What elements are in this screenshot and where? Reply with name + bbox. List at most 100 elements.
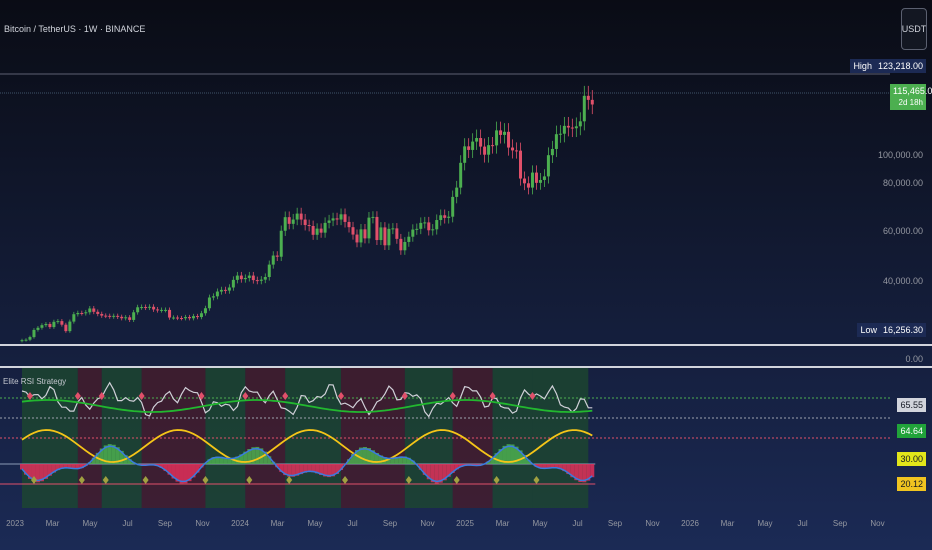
candle-body	[100, 313, 104, 316]
candle-body	[191, 316, 195, 319]
candle-body	[32, 329, 36, 338]
candle-body	[231, 279, 235, 288]
candle-body	[550, 148, 554, 156]
candle-body	[339, 214, 343, 220]
time-axis-label: Jul	[797, 519, 808, 528]
candle-body	[271, 255, 275, 265]
candle-body	[176, 317, 180, 319]
candle-body	[395, 228, 399, 239]
candle-body	[64, 324, 68, 332]
candle-body	[88, 308, 92, 313]
candle-body	[495, 130, 499, 146]
candle-body	[199, 313, 203, 318]
high-price-label: High 123,218.00	[850, 59, 926, 73]
candle-body	[172, 317, 176, 319]
candle-body	[522, 178, 526, 184]
candle-body	[255, 280, 259, 282]
currency-toggle-button[interactable]: USDT	[901, 8, 927, 50]
candle-body	[184, 317, 188, 319]
candle-body	[467, 146, 471, 150]
candle-body	[582, 95, 586, 122]
candle-body	[227, 287, 231, 291]
candle-body	[411, 229, 415, 237]
candle-body	[483, 146, 487, 155]
candle-body	[243, 277, 247, 280]
candle-body	[80, 313, 84, 315]
time-axis-label: 2024	[231, 519, 249, 528]
candle-body	[538, 179, 542, 183]
candle-body	[108, 315, 112, 317]
candle-body	[435, 220, 439, 230]
candle-body	[347, 221, 351, 228]
candle-body	[267, 264, 271, 278]
candle-body	[120, 316, 124, 319]
candle-body	[40, 325, 44, 328]
price-tick-80k: 80,000.00	[882, 178, 923, 188]
candle-body	[44, 323, 48, 326]
candle-body	[503, 131, 507, 135]
price-tick-100k: 100,000.00	[877, 150, 923, 160]
candle-body	[160, 309, 164, 311]
candle-body	[291, 219, 295, 224]
candle-body	[68, 321, 72, 332]
candle-body	[295, 213, 299, 220]
indicator-label-rsi: 65.55	[897, 398, 926, 412]
candle-body	[391, 228, 395, 230]
time-axis-label: Jul	[572, 519, 583, 528]
candle-body	[343, 214, 347, 222]
candle-body	[578, 121, 582, 127]
time-axis-label: Sep	[382, 519, 398, 528]
indicator-title[interactable]: Elite RSI Strategy	[3, 377, 66, 386]
candle-body	[419, 222, 423, 229]
time-axis-label: May	[307, 519, 323, 528]
osc-bar	[590, 464, 595, 478]
candle-body	[387, 228, 391, 246]
chart-canvas[interactable]	[0, 0, 932, 550]
candle-body	[311, 225, 315, 235]
time-axis-label: Mar	[495, 519, 510, 528]
time-axis-label: Mar	[45, 519, 60, 528]
candle-body	[28, 337, 32, 340]
candle-body	[443, 215, 447, 218]
candle-body	[586, 95, 590, 100]
candle-body	[92, 308, 96, 312]
candle-body	[128, 317, 132, 320]
time-axis-label: Nov	[870, 519, 885, 528]
candle-body	[542, 176, 546, 180]
time-axis-label: Sep	[157, 519, 173, 528]
candle-body	[247, 275, 251, 278]
candle-body	[375, 216, 379, 241]
candle-body	[403, 241, 407, 251]
candle-body	[319, 228, 323, 233]
candle-body	[475, 138, 479, 142]
candle-body	[84, 312, 88, 314]
candle-body	[570, 127, 574, 129]
candle-body	[187, 317, 191, 319]
candle-body	[499, 130, 503, 135]
time-axis-label: Sep	[607, 519, 623, 528]
candle-body	[546, 155, 550, 177]
candle-body	[263, 277, 267, 280]
candle-body	[156, 309, 160, 311]
time-axis-label: 2025	[456, 519, 474, 528]
candle-body	[52, 321, 56, 328]
candle-body	[164, 309, 168, 311]
candle-body	[307, 225, 311, 227]
candle-body	[239, 275, 243, 280]
candle-body	[459, 162, 463, 188]
candle-body	[367, 217, 371, 239]
candle-body	[515, 150, 519, 152]
candle-body	[558, 133, 562, 135]
candle-body	[479, 138, 483, 147]
candle-body	[303, 219, 307, 226]
candle-body	[562, 125, 566, 134]
candle-body	[140, 307, 144, 309]
candle-body	[383, 227, 387, 246]
candle-body	[471, 141, 475, 150]
candle-body	[519, 150, 522, 179]
time-axis-label: May	[532, 519, 548, 528]
candle-body	[415, 228, 419, 230]
candle-body	[124, 317, 128, 319]
candle-body	[526, 183, 530, 188]
candle-body	[327, 220, 331, 223]
